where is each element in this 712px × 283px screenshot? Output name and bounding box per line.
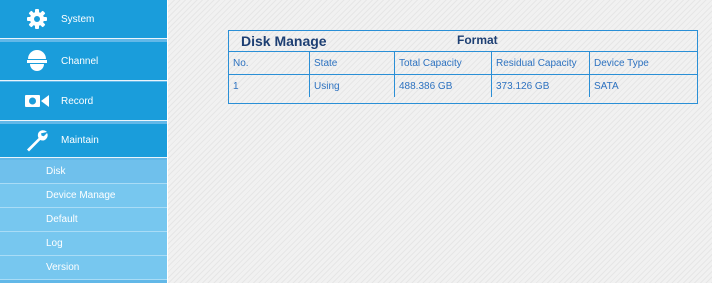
table-cell: SATA xyxy=(589,74,697,97)
nav-system[interactable]: System xyxy=(0,0,167,39)
disk-table: No. State Total Capacity Residual Capaci… xyxy=(229,52,697,97)
table-cell: 1 xyxy=(229,74,310,97)
table-cell: 488.386 GB xyxy=(394,74,492,97)
submenu-disk-label: Disk xyxy=(46,166,66,177)
table-cell: Using xyxy=(309,74,395,97)
submenu-default[interactable]: Default xyxy=(0,208,167,232)
nav-record-label: Record xyxy=(61,95,94,107)
nav-maintain-label: Maintain xyxy=(61,135,99,146)
format-button[interactable]: Format xyxy=(457,33,498,47)
nav-maintain[interactable]: Maintain xyxy=(0,124,167,158)
panel-header: Disk Manage Format xyxy=(229,31,697,52)
nav-channel-label: Channel xyxy=(61,55,99,67)
table-cell: 373.126 GB xyxy=(491,74,590,97)
submenu-default-label: Default xyxy=(46,214,78,225)
gear-icon xyxy=(24,6,50,32)
column-header: Residual Capacity xyxy=(491,52,590,75)
column-header: Total Capacity xyxy=(394,52,492,75)
disk-manage-panel: Disk Manage Format No. State Total Capac… xyxy=(228,30,698,104)
submenu-log[interactable]: Log xyxy=(0,232,167,256)
sidebar: System Channel Record Maintain Disk Devi… xyxy=(0,0,167,283)
submenu-device-manage-label: Device Manage xyxy=(46,190,116,201)
column-header: Device Type xyxy=(589,52,697,75)
submenu-disk[interactable]: Disk xyxy=(0,160,167,184)
table-header-row: No. State Total Capacity Residual Capaci… xyxy=(229,52,697,75)
submenu-version-label: Version xyxy=(46,262,80,273)
camera-dome-icon xyxy=(24,48,50,74)
table-row[interactable]: 1 Using 488.386 GB 373.126 GB SATA xyxy=(229,74,697,97)
content-area: Disk Manage Format No. State Total Capac… xyxy=(168,0,712,283)
nav-system-label: System xyxy=(61,13,95,25)
column-header: No. xyxy=(229,52,310,75)
submenu-device-manage[interactable]: Device Manage xyxy=(0,184,167,208)
submenu-log-label: Log xyxy=(46,238,63,249)
column-header: State xyxy=(309,52,395,75)
video-camera-icon xyxy=(24,88,50,114)
panel-title: Disk Manage xyxy=(241,33,327,49)
nav-record[interactable]: Record xyxy=(0,82,167,121)
nav-channel[interactable]: Channel xyxy=(0,42,167,81)
wrench-icon xyxy=(24,128,50,154)
submenu-version[interactable]: Version xyxy=(0,256,167,280)
